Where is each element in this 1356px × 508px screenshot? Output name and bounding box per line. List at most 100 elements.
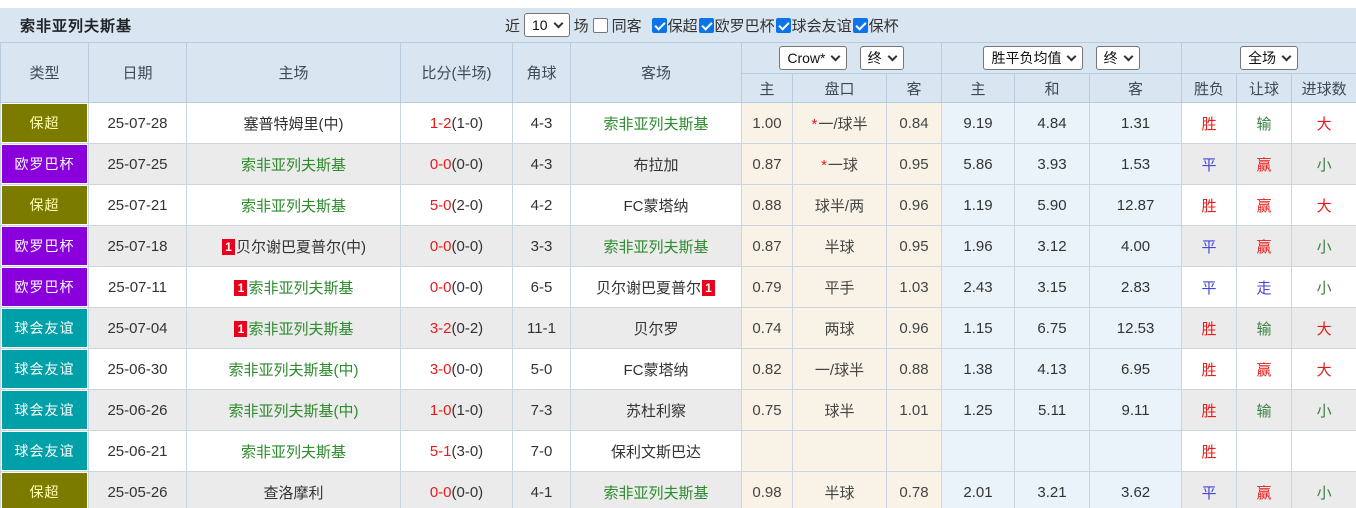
result-wdl: 胜 [1182,349,1237,390]
result-goals: 小 [1292,226,1356,267]
league-badge: 球会友谊 [2,432,87,470]
home-team[interactable]: 索非亚列夫斯基(中) [187,390,401,431]
table-row: 球会友谊25-07-041索非亚列夫斯基3-2(0-2)11-1贝尔罗0.74两… [1,308,1356,349]
odds-away: 0.84 [887,103,942,144]
result-handicap: 输 [1237,308,1292,349]
away-team[interactable]: 布拉加 [571,144,742,185]
away-team[interactable]: 索非亚列夫斯基 [571,226,742,267]
away-team[interactable]: 贝尔罗 [571,308,742,349]
odds-away: 1.01 [887,390,942,431]
home-team[interactable]: 1索非亚列夫斯基 [187,267,401,308]
red-card-badge: 1 [702,280,715,296]
subcol-mean-win: 主 [942,74,1015,103]
home-team[interactable]: 查洛摩利 [187,472,401,508]
handicap: *一/球半 [793,103,887,144]
home-team[interactable]: 索非亚列夫斯基 [187,185,401,226]
col-header-type: 类型 [1,43,89,103]
league-cell: 欧罗巴杯 [1,267,89,308]
away-team[interactable]: 保利文斯巴达 [571,431,742,472]
league-filter-label: 保超 [668,15,698,36]
match-history-panel: 索非亚列夫斯基 近 10 场 同客 保超 欧罗巴杯 球会友谊 [0,0,1356,508]
match-date: 25-06-21 [89,431,187,472]
odds-period-select[interactable]: 终 [860,46,904,70]
subcol-result: 胜负 [1182,74,1237,103]
handicap: 一/球半 [793,349,887,390]
home-team[interactable]: 索非亚列夫斯基(中) [187,349,401,390]
home-team[interactable]: 1索非亚列夫斯基 [187,308,401,349]
odds-period-value: 终 [868,48,882,68]
odds-home: 1.00 [742,103,793,144]
away-team[interactable]: 索非亚列夫斯基 [571,103,742,144]
away-team[interactable]: FC蒙塔纳 [571,185,742,226]
red-card-badge: 1 [234,321,247,337]
away-team[interactable]: 苏杜利察 [571,390,742,431]
home-team[interactable]: 索非亚列夫斯基 [187,144,401,185]
chevron-down-icon [553,18,563,28]
away-team[interactable]: 贝尔谢巴夏普尔1 [571,267,742,308]
subcol-odds-home: 主 [742,74,793,103]
match-date: 25-05-26 [89,472,187,508]
league-badge: 球会友谊 [2,350,87,388]
mean-win: 5.86 [942,144,1015,185]
result-wdl: 平 [1182,226,1237,267]
league-filter-checkbox[interactable] [853,18,868,33]
table-row: 欧罗巴杯25-07-25索非亚列夫斯基0-0(0-0)4-3布拉加0.87*一球… [1,144,1356,185]
away-team[interactable]: 索非亚列夫斯基 [571,472,742,508]
corners: 6-5 [513,267,571,308]
result-goals: 大 [1292,185,1356,226]
mean-draw: 5.90 [1015,185,1090,226]
recent-count-select[interactable]: 10 [524,13,570,37]
mean-win: 9.19 [942,103,1015,144]
handicap: 两球 [793,308,887,349]
col-header-home: 主场 [187,43,401,103]
recent-count-value: 10 [532,17,548,33]
odds-home: 0.87 [742,226,793,267]
handicap: *一球 [793,144,887,185]
mean-select[interactable]: 胜平负均值 [983,46,1083,70]
odds-company-select[interactable]: Crow* [779,46,847,70]
home-team[interactable]: 塞普特姆里(中) [187,103,401,144]
league-cell: 保超 [1,472,89,508]
result-handicap: 走 [1237,267,1292,308]
table-row: 欧罗巴杯25-07-181贝尔谢巴夏普尔(中)0-0(0-0)3-3索非亚列夫斯… [1,226,1356,267]
match-date: 25-06-30 [89,349,187,390]
handicap: 半球 [793,226,887,267]
league-cell: 球会友谊 [1,349,89,390]
filter-controls: 近 10 场 同客 保超 欧罗巴杯 球会友谊 保杯 [505,8,900,42]
team-title: 索非亚列夫斯基 [20,15,132,36]
mean-lose: 4.00 [1090,226,1182,267]
league-filter-checkbox[interactable] [652,18,667,33]
mean-period-select[interactable]: 终 [1096,46,1140,70]
odds-home: 0.88 [742,185,793,226]
table-row: 保超25-07-28塞普特姆里(中)1-2(1-0)4-3索非亚列夫斯基1.00… [1,103,1356,144]
scope-select[interactable]: 全场 [1240,46,1298,70]
result-handicap: 赢 [1237,226,1292,267]
mean-win [942,431,1015,472]
odds-away: 0.78 [887,472,942,508]
same-away-checkbox[interactable] [593,18,608,33]
filter-group: 保超 [652,15,698,36]
league-badge: 球会友谊 [2,309,87,347]
league-badge: 欧罗巴杯 [2,268,87,306]
home-team[interactable]: 1贝尔谢巴夏普尔(中) [187,226,401,267]
league-filter-checkbox[interactable] [776,18,791,33]
league-filter-checkbox[interactable] [699,18,714,33]
league-badge: 保超 [2,473,87,508]
mean-lose: 3.62 [1090,472,1182,508]
match-date: 25-07-25 [89,144,187,185]
result-handicap: 赢 [1237,472,1292,508]
result-goals: 小 [1292,267,1356,308]
result-goals: 大 [1292,308,1356,349]
table-row: 欧罗巴杯25-07-111索非亚列夫斯基0-0(0-0)6-5贝尔谢巴夏普尔10… [1,267,1356,308]
subcol-handicap: 盘口 [793,74,887,103]
league-cell: 保超 [1,103,89,144]
score: 0-0(0-0) [401,144,513,185]
chevron-down-icon [887,51,897,61]
result-wdl: 胜 [1182,390,1237,431]
home-team[interactable]: 索非亚列夫斯基 [187,431,401,472]
away-team[interactable]: FC蒙塔纳 [571,349,742,390]
mean-draw [1015,431,1090,472]
score: 1-2(1-0) [401,103,513,144]
odds-home [742,431,793,472]
odds-away: 0.95 [887,144,942,185]
